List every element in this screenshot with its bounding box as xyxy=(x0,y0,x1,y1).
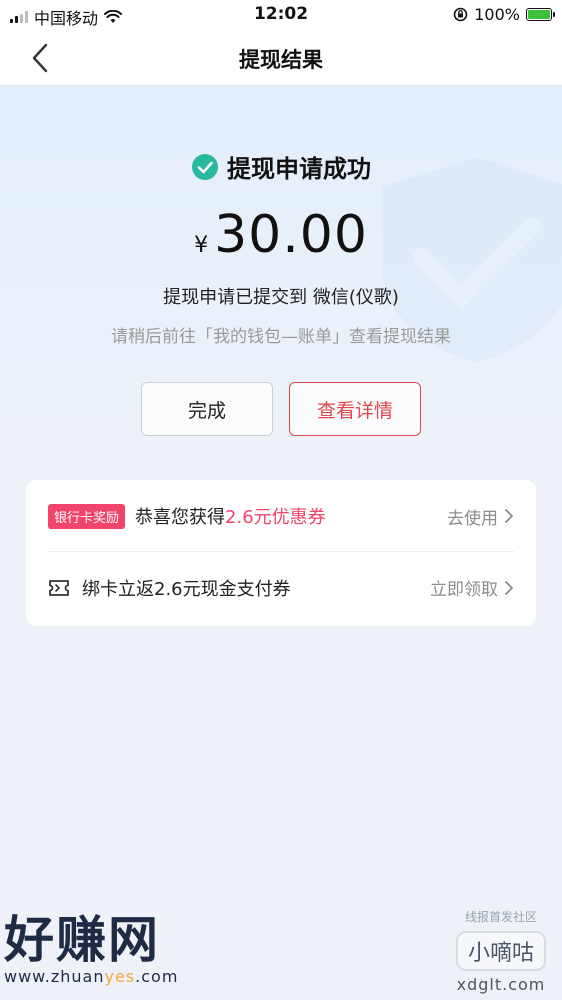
watermark-right-tagline: 线报首发社区 xyxy=(464,910,537,924)
watermark-left: 好赚网 www.zhuanyes.com xyxy=(4,915,178,986)
use-coupon-label: 去使用 xyxy=(447,508,498,529)
coupon-reward-row[interactable]: 银行卡奖励 恭喜您获得 2.6元优惠券 去使用 xyxy=(48,480,514,552)
watermark-url-suffix: .com xyxy=(135,967,179,986)
withdraw-amount: 30.00 xyxy=(214,205,368,265)
use-coupon-link[interactable]: 去使用 xyxy=(447,504,514,529)
status-right: 100% xyxy=(453,5,555,24)
battery-percent: 100% xyxy=(474,5,520,24)
coupon-amount: 2.6元优惠券 xyxy=(225,507,326,528)
done-button[interactable]: 完成 xyxy=(141,382,273,436)
watermark-url-accent: yes xyxy=(104,967,136,986)
bind-card-reward-row[interactable]: 绑卡立返2.6元现金支付券 立即领取 xyxy=(48,551,514,623)
page-title: 提现结果 xyxy=(239,48,323,72)
currency-symbol: ¥ xyxy=(194,233,209,258)
battery-charging-icon xyxy=(526,8,555,21)
chevron-right-icon xyxy=(505,580,513,595)
nav-bar: 提现结果 xyxy=(0,30,562,86)
view-details-button[interactable]: 查看详情 xyxy=(289,382,421,436)
coupon-reward-text: 恭喜您获得 xyxy=(135,507,226,528)
result-section: 提现申请成功 ¥ 30.00 提现申请已提交到 微信(仪歌) 请稍后前往「我的钱… xyxy=(0,87,562,467)
watermark-right: 线报首发社区 小嘀咕 xdglt.com xyxy=(455,908,546,994)
status-bar: 中国移动 12:02 100% xyxy=(0,0,562,30)
claim-now-link[interactable]: 立即领取 xyxy=(430,575,514,600)
success-header: 提现申请成功 xyxy=(0,149,562,184)
watermark-right-logo: 小嘀咕 xyxy=(455,931,546,971)
watermark-url: www.zhuanyes.com xyxy=(4,967,178,986)
bind-card-reward-text: 绑卡立返2.6元现金支付券 xyxy=(82,578,291,600)
ticket-icon xyxy=(48,579,70,597)
orientation-lock-icon xyxy=(453,7,468,22)
watermark-brand: 好赚网 xyxy=(4,911,160,969)
chevron-right-icon xyxy=(505,509,513,523)
watermark-url-prefix: www.zhuan xyxy=(4,967,105,986)
bank-card-reward-badge: 银行卡奖励 xyxy=(48,503,126,529)
hint-text: 请稍后前往「我的钱包—账单」查看提现结果 xyxy=(111,327,451,347)
claim-now-label: 立即领取 xyxy=(430,580,498,600)
check-circle-icon xyxy=(192,153,218,180)
success-title: 提现申请成功 xyxy=(227,155,371,183)
amount-display: ¥ 30.00 xyxy=(0,205,562,265)
submitted-to-text: 提现申请已提交到 微信(仪歌) xyxy=(163,287,399,308)
rewards-card: 银行卡奖励 恭喜您获得 2.6元优惠券 去使用 绑卡立返2.6元现金支付券 立即… xyxy=(26,480,536,626)
watermark-right-url: xdglt.com xyxy=(456,975,546,994)
